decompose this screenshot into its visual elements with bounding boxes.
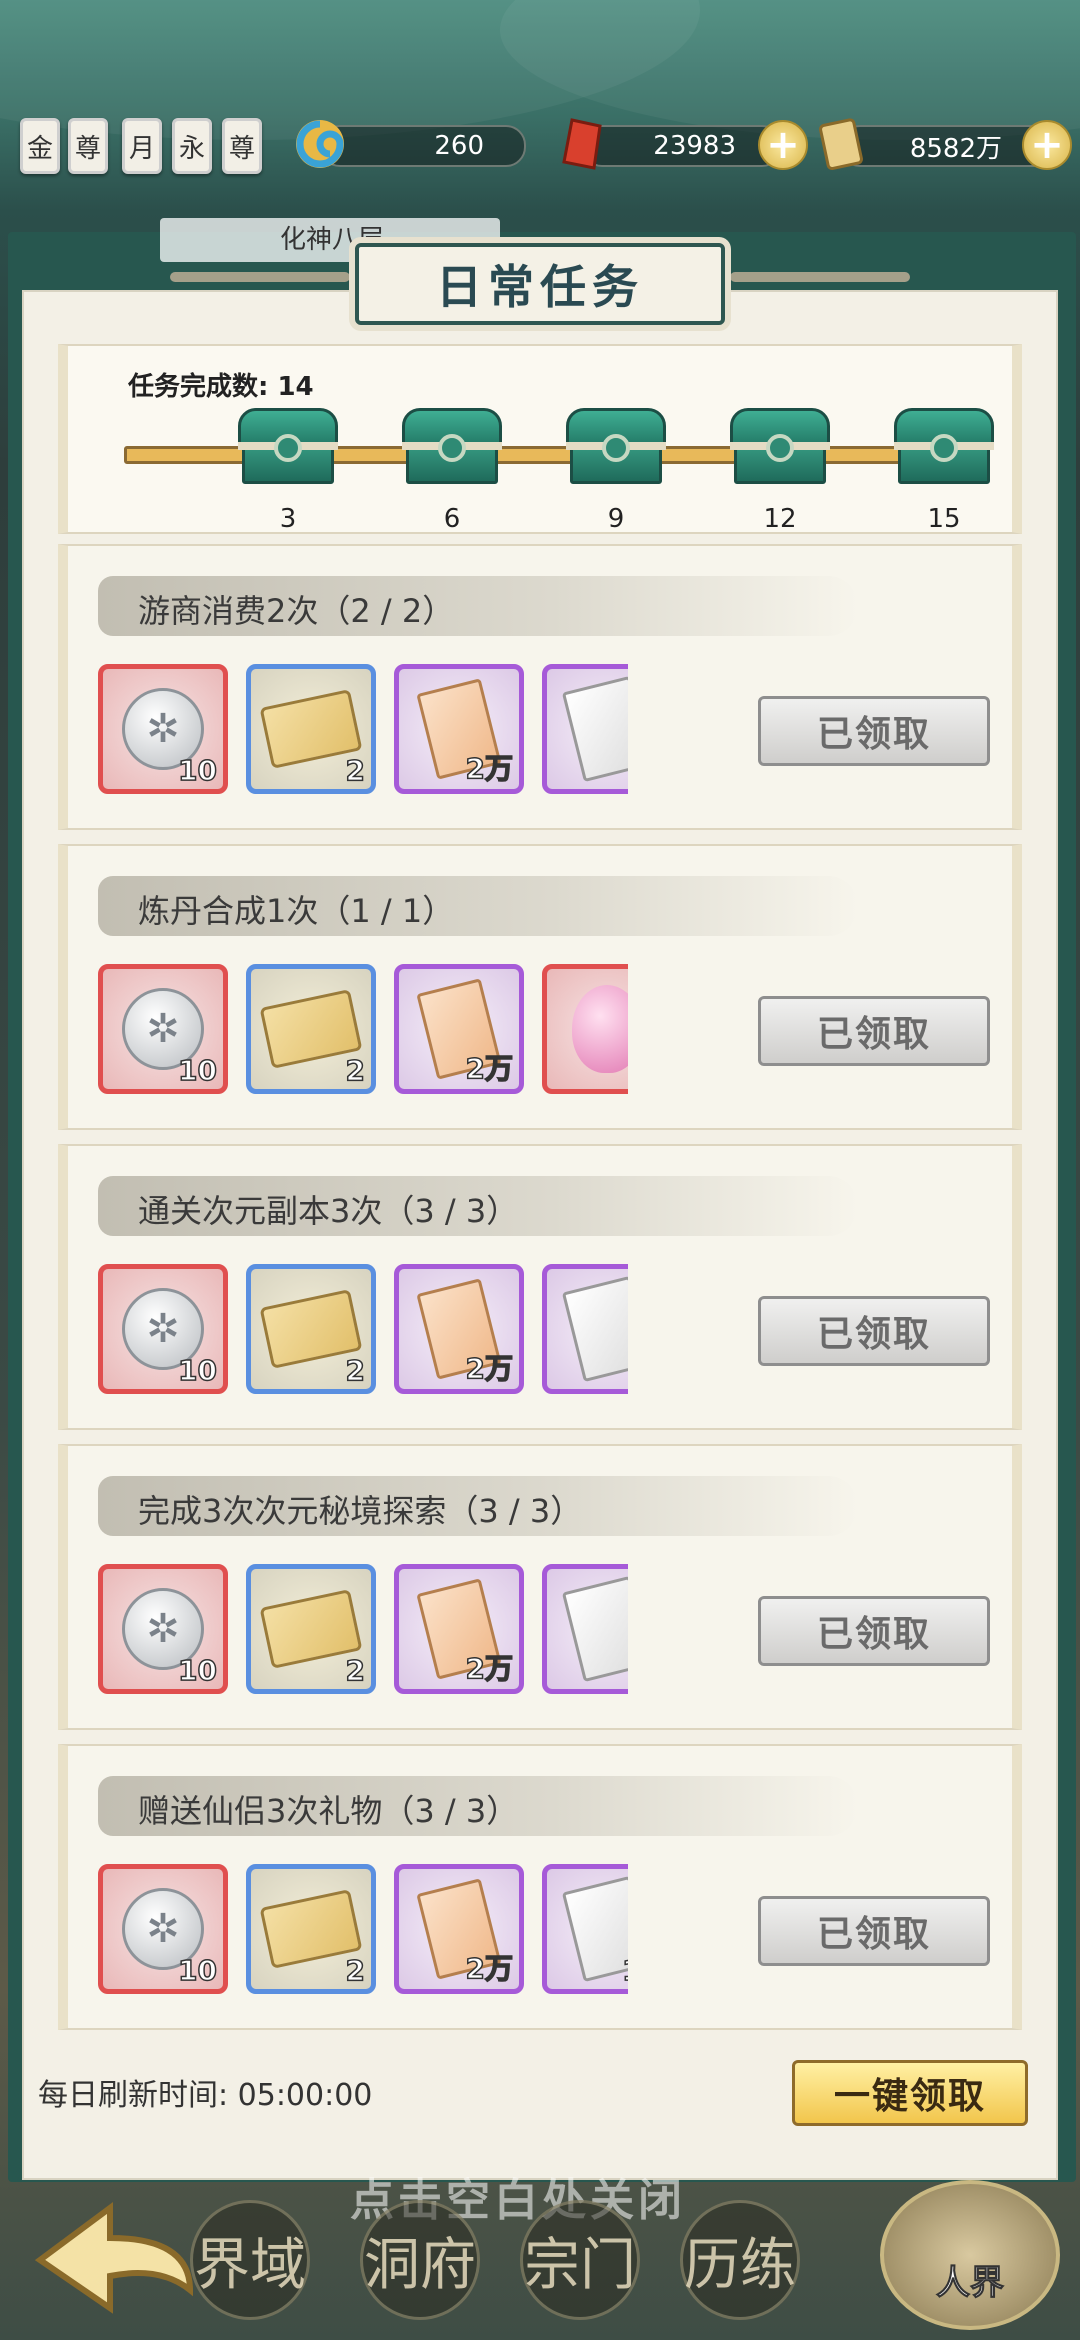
reward-quantity: 10 (177, 1653, 217, 1688)
claimed-button[interactable]: 已领取 (758, 696, 990, 766)
reward-coin-icon[interactable]: ✲ 10 (98, 664, 228, 794)
jade-spiral-icon (290, 114, 350, 174)
reward-quantity: 10 (177, 1053, 217, 1088)
reward-quantity: 2 (345, 1653, 366, 1688)
badge-forever[interactable]: 永 (172, 118, 212, 174)
reward-card-icon[interactable]: 2万 (394, 964, 524, 1094)
reward-quantity: 2万 (465, 751, 514, 786)
task-card: 完成3次次元秘境探索（3 / 3） ✲10 2 2万 5 已领取 (58, 1444, 1022, 1730)
reward-scroll-icon[interactable]: 2 (246, 664, 376, 794)
task-title: 完成3次次元秘境探索（3 / 3） (138, 1492, 583, 1530)
task-title: 炼丹合成1次（1 / 1） (138, 892, 455, 930)
task-progress-card: 任务完成数: 14 3 6 9 12 15 (58, 344, 1022, 534)
reward-quantity: 10 (177, 1953, 217, 1988)
task-card: 赠送仙侣3次礼物（3 / 3） ✲10 2 2万 10 已领取 (58, 1744, 1022, 2030)
task-title: 通关次元副本3次（3 / 3） (138, 1192, 519, 1230)
milestone-label: 12 (763, 504, 797, 534)
red-crystal-icon (552, 114, 612, 174)
milestone-label: 6 (443, 504, 461, 534)
badge-gold[interactable]: 金 (20, 118, 60, 174)
reward-scroll-icon[interactable]: 2 (246, 1564, 376, 1694)
task-card: 通关次元副本3次（3 / 3） ✲10 2 2万 5 已领取 (58, 1144, 1022, 1430)
add-crystal-button[interactable]: + (758, 120, 808, 170)
nav-sect[interactable]: 宗门 (520, 2200, 640, 2320)
world-button[interactable]: 人界 (880, 2180, 1060, 2330)
badge-zun[interactable]: 尊 (68, 118, 108, 174)
milestone-chest[interactable] (402, 408, 502, 488)
task-card: 炼丹合成1次（1 / 1） ✲ 10 2 2万 已领取 (58, 844, 1022, 1130)
milestone-label: 9 (607, 504, 625, 534)
reward-quantity: 10 (621, 1953, 628, 1988)
reward-card-icon[interactable]: 2万 (394, 664, 524, 794)
resource-jade-value: 260 (434, 131, 484, 161)
reward-list: ✲10 2 2万 5 (98, 1264, 628, 1398)
reward-letter-icon[interactable]: 5 (542, 664, 628, 794)
title-wing-left (170, 272, 350, 282)
reward-list: ✲10 2 2万 5 (98, 1564, 628, 1698)
reward-list: ✲10 2 2万 10 (98, 1864, 628, 1998)
reward-scroll-icon[interactable]: 2 (246, 1264, 376, 1394)
claimed-button[interactable]: 已领取 (758, 996, 990, 1066)
reward-card-icon[interactable]: 2万 (394, 1264, 524, 1394)
milestone-chest[interactable] (238, 408, 338, 488)
progress-label: 任务完成数: 14 (128, 372, 314, 402)
nav-cave[interactable]: 洞府 (360, 2200, 480, 2320)
reward-quantity: 2 (345, 753, 366, 788)
reward-letter-icon[interactable]: 10 (542, 1864, 628, 1994)
nav-realm[interactable]: 界域 (190, 2200, 310, 2320)
reward-card-icon[interactable]: 2万 (394, 1564, 524, 1694)
claim-all-button[interactable]: 一键领取 (792, 2060, 1028, 2126)
resource-talisman-value: 8582万 (909, 133, 1002, 164)
reward-scroll-icon[interactable]: 2 (246, 964, 376, 1094)
panel-title: 日常任务 (355, 243, 725, 325)
reward-quantity: 2 (345, 1053, 366, 1088)
reward-coin-icon[interactable]: ✲ 10 (98, 1564, 228, 1694)
reward-list: ✲ 10 2 2万 (98, 964, 628, 1098)
reward-quantity: 2 (345, 1953, 366, 1988)
reward-egg-icon[interactable] (542, 964, 628, 1094)
resource-crystal: 23983 (582, 125, 782, 167)
milestone-chest[interactable] (566, 408, 666, 488)
badge-month[interactable]: 月 (122, 118, 162, 174)
reward-quantity: 2万 (465, 1051, 514, 1086)
claimed-button[interactable]: 已领取 (758, 1296, 990, 1366)
milestone-chest[interactable] (730, 408, 830, 488)
reward-coin-icon[interactable]: ✲ 10 (98, 1264, 228, 1394)
resource-jade: 260 (320, 125, 526, 167)
reward-card-icon[interactable]: 2万 (394, 1864, 524, 1994)
claimed-button[interactable]: 已领取 (758, 1896, 990, 1966)
reward-coin-icon[interactable]: ✲ 10 (98, 1864, 228, 1994)
reward-coin-icon[interactable]: ✲ 10 (98, 964, 228, 1094)
reward-quantity: 10 (177, 753, 217, 788)
reward-quantity: 2 (345, 1353, 366, 1388)
task-title: 游商消费2次（2 / 2） (138, 592, 455, 630)
reward-letter-icon[interactable]: 5 (542, 1264, 628, 1394)
task-title: 赠送仙侣3次礼物（3 / 3） (138, 1792, 519, 1830)
reward-quantity: 2万 (465, 1651, 514, 1686)
reward-quantity: 2万 (465, 1951, 514, 1986)
milestone-label: 15 (927, 504, 961, 534)
milestone-chest-final[interactable] (894, 408, 994, 488)
reward-quantity: 10 (177, 1353, 217, 1388)
milestone-label: 3 (279, 504, 297, 534)
nav-training[interactable]: 历练 (680, 2200, 800, 2320)
refresh-time: 每日刷新时间: 05:00:00 (38, 2078, 373, 2113)
gold-talisman-icon (812, 114, 872, 174)
badge-honor[interactable]: 尊 (222, 118, 262, 174)
add-talisman-button[interactable]: + (1022, 120, 1072, 170)
reward-list: ✲10 2 2万 5 (98, 664, 628, 798)
top-resource-bar: 金 尊 月 永 尊 260 23983 + 8582万 + (0, 110, 1080, 190)
task-card: 游商消费2次（2 / 2） ✲10 2 2万 5 已领取 (58, 544, 1022, 830)
resource-crystal-value: 23983 (653, 131, 736, 161)
title-wing-right (730, 272, 910, 282)
reward-quantity: 2万 (465, 1351, 514, 1386)
reward-letter-icon[interactable]: 5 (542, 1564, 628, 1694)
claimed-button[interactable]: 已领取 (758, 1596, 990, 1666)
reward-scroll-icon[interactable]: 2 (246, 1864, 376, 1994)
